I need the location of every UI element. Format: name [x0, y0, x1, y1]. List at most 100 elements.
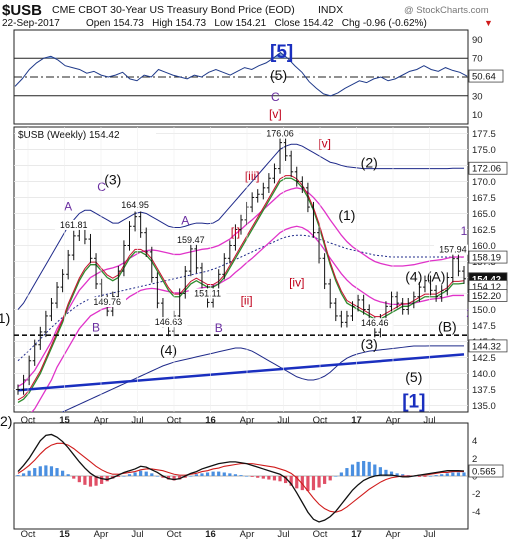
price-axis-value-label: 172.06 — [472, 164, 501, 175]
macd-histogram-bar — [428, 476, 433, 477]
macd-histogram-bar — [345, 468, 349, 476]
price-annotation: 161.81 — [60, 220, 88, 230]
macd-histogram-bar — [462, 472, 466, 476]
macd-histogram-bar — [127, 474, 132, 476]
price-tick-label: 167.5 — [472, 193, 496, 204]
price-axis-value-label: 158.19 — [472, 253, 501, 264]
price-x-tick-label: 17 — [351, 415, 362, 426]
macd-x-tick-label: Oct — [21, 529, 36, 540]
macd-histogram-bar — [72, 476, 76, 479]
price-tick-label: 162.5 — [472, 225, 496, 236]
wave-label: (3) — [104, 172, 121, 188]
wave-label: [iv] — [289, 275, 304, 289]
macd-histogram-bar — [222, 472, 226, 476]
price-x-tick-label: Apr — [94, 415, 109, 426]
macd-histogram-bar — [451, 472, 455, 476]
price-tick-label: 160.0 — [472, 241, 496, 252]
macd-histogram-bar — [334, 476, 338, 477]
stock-chart: $USB CME CBOT 30-Year US Treasury Bond P… — [0, 0, 520, 540]
wave-label: (5) — [405, 369, 422, 385]
macd-histogram-bar — [373, 464, 377, 476]
wave-label: C — [97, 180, 106, 194]
price-annotation: 159.47 — [177, 235, 205, 245]
price-tick-label: 150.0 — [472, 305, 496, 316]
macd-histogram-bar — [267, 476, 271, 480]
macd-histogram-bar — [211, 471, 215, 476]
macd-histogram-bar — [239, 475, 243, 476]
macd-histogram-bar — [49, 466, 54, 476]
macd-histogram-bar — [350, 464, 355, 476]
macd-histogram-bar — [250, 476, 254, 477]
macd-x-tick-label: 15 — [59, 529, 70, 540]
macd-histogram-bar — [317, 476, 321, 488]
rsi-tick-label: 30 — [472, 91, 483, 102]
macd-histogram-bar — [440, 474, 444, 476]
macd-histogram-bar — [272, 476, 277, 481]
price-x-tick-label: Jul — [131, 415, 143, 426]
macd-x-tick-label: Jul — [131, 529, 143, 540]
macd-histogram-bar — [55, 468, 59, 476]
price-tick-label: 177.5 — [472, 129, 496, 140]
rsi-last-value-label: 50.64 — [472, 72, 496, 83]
macd-histogram-bar — [356, 461, 360, 476]
price-axis-value-label: 152.20 — [472, 291, 501, 302]
macd-histogram-bar — [233, 474, 238, 476]
macd-histogram-bar — [16, 475, 20, 476]
macd-histogram-bar — [27, 470, 31, 476]
macd-histogram-bar — [83, 476, 87, 485]
wave-label: [1] — [402, 392, 425, 413]
macd-histogram-bar — [456, 472, 461, 476]
price-tick-label: 165.0 — [472, 209, 496, 220]
macd-histogram-bar — [88, 476, 93, 487]
price-annotation: 149.76 — [93, 297, 121, 307]
macd-x-tick-label: Jul — [277, 529, 289, 540]
macd-histogram-bar — [256, 476, 260, 478]
macd-histogram-bar — [155, 476, 159, 477]
wave-label: (4) — [405, 268, 422, 284]
macd-histogram-bar — [144, 471, 148, 476]
macd-histogram-bar — [66, 474, 70, 476]
macd-x-tick-label: 16 — [205, 529, 216, 540]
macd-x-tick-label: 17 — [351, 529, 362, 540]
macd-histogram-bar — [122, 476, 126, 477]
macd-histogram-bar — [33, 468, 37, 476]
macd-histogram-bar — [423, 476, 427, 477]
macd-histogram-bar — [205, 472, 210, 476]
macd-histogram-bar — [133, 472, 137, 476]
wave-label: 1) — [0, 310, 10, 326]
price-tick-label: 137.5 — [472, 385, 496, 396]
price-tick-label: 140.0 — [472, 369, 496, 380]
wave-label: (4) — [160, 342, 177, 358]
price-axis-value-label: 144.32 — [472, 341, 501, 352]
macd-histogram-bar — [38, 466, 42, 476]
wave-label: [ii] — [241, 293, 253, 307]
price-x-tick-label: Jul — [423, 415, 435, 426]
price-x-tick-label: Oct — [313, 415, 328, 426]
macd-histogram-bar — [328, 476, 332, 481]
price-annotation: 151.11 — [194, 288, 221, 298]
wave-label: B — [215, 321, 223, 335]
date-label: 22-Sep-2017 — [2, 18, 60, 29]
price-title: $USB (Weekly) 154.42 — [18, 130, 120, 141]
macd-histogram-bar — [339, 472, 343, 476]
macd-histogram-bar — [261, 476, 265, 479]
macd-histogram-bar — [367, 461, 371, 476]
macd-histogram-bar — [445, 473, 449, 476]
price-x-tick-label: 16 — [205, 415, 216, 426]
macd-tick-label: 4 — [472, 436, 477, 447]
macd-x-tick-label: Oct — [313, 529, 328, 540]
price-x-tick-label: Oct — [167, 415, 182, 426]
macd-histogram-bar — [44, 465, 48, 476]
price-x-tick-label: Apr — [386, 415, 401, 426]
wave-label-5-blue: [5] — [270, 42, 293, 63]
symbol-label: $USB — [2, 2, 42, 19]
wave-label: (B) — [438, 318, 457, 334]
macd-histogram-bar — [323, 476, 327, 484]
macd-x-tick-label: Apr — [386, 529, 401, 540]
price-x-tick-label: Jul — [277, 415, 289, 426]
macd-histogram-bar — [100, 476, 104, 484]
wave-label: A — [181, 213, 189, 227]
macd-histogram-bar — [61, 470, 65, 476]
macd-x-tick-label: Oct — [167, 529, 182, 540]
change-arrow-icon: ▼ — [484, 18, 493, 28]
